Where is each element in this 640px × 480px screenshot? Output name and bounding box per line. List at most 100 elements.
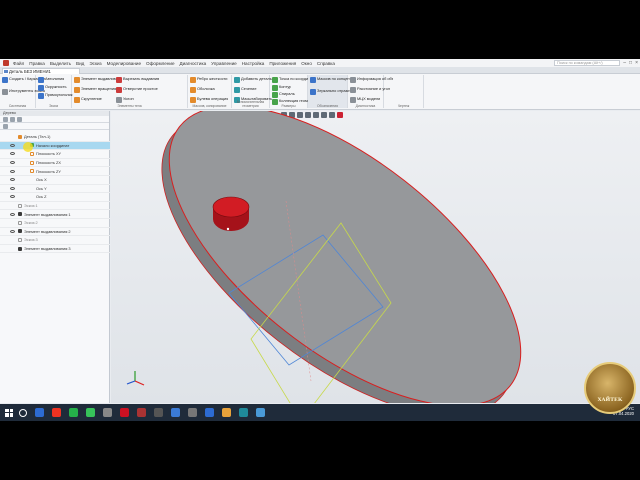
- letterbox-top: [0, 0, 640, 59]
- menu-control[interactable]: Управление: [211, 61, 237, 66]
- minimize-icon[interactable]: –: [623, 60, 626, 66]
- eye-icon[interactable]: [10, 178, 15, 182]
- sort-icon[interactable]: [17, 116, 22, 122]
- folder-icon[interactable]: [222, 408, 231, 417]
- menu-design[interactable]: Оформление: [146, 61, 175, 66]
- explorer-icon[interactable]: [35, 408, 44, 417]
- ribbon-group-diagnostics: Информация об объекте Расстояние и угол …: [348, 75, 393, 108]
- ribbon-group-aux: Добавить деталь-заготовку Сечение Масшта…: [232, 75, 277, 108]
- ribbon-boolean-button[interactable]: Булева операция: [190, 97, 228, 103]
- ribbon-rib-button[interactable]: Ребро жесткости: [190, 77, 228, 83]
- media-icon[interactable]: [120, 408, 129, 417]
- menu-help[interactable]: Справка: [317, 61, 335, 66]
- eye-icon[interactable]: [10, 229, 15, 233]
- menu-edit[interactable]: Правка: [29, 61, 45, 66]
- menu-file[interactable]: Файл: [13, 61, 24, 66]
- ribbon-circle-button[interactable]: Окружность: [38, 85, 67, 91]
- eye-icon[interactable]: [10, 143, 15, 147]
- eye-icon[interactable]: [10, 152, 15, 156]
- ribbon-shell-button[interactable]: Оболочка: [190, 87, 215, 93]
- ribbon-group-dimensions: Точка по координатам Контур Спираль Колл…: [270, 75, 315, 108]
- close-icon[interactable]: ×: [635, 60, 638, 66]
- ribbon-autoline-button[interactable]: Автолиния: [38, 77, 64, 83]
- tree-item-label: Плоскость XY: [36, 151, 62, 157]
- tree-item-plane-zx[interactable]: Плоскость ZX: [0, 159, 110, 168]
- filter-icon[interactable]: [10, 116, 15, 122]
- tree-item-sketch-2[interactable]: Эскиз:2: [0, 219, 110, 228]
- logo-text: ХАЙТЕК: [597, 397, 623, 403]
- eye-icon[interactable]: [10, 169, 15, 173]
- eye-icon[interactable]: [10, 195, 15, 199]
- menu-diagnostics[interactable]: Диагностика: [180, 61, 207, 66]
- eye-icon[interactable]: [10, 186, 15, 190]
- ribbon-fillet-button[interactable]: Скругление: [74, 97, 102, 103]
- document-tabs: Деталь БЕЗ ИМЕНИ1: [0, 67, 640, 74]
- whatsapp-icon[interactable]: [86, 408, 95, 417]
- tree-item-plane-xy[interactable]: Плоскость XY: [0, 150, 110, 159]
- tree-item-axis-y[interactable]: Ось Y: [0, 185, 110, 194]
- kompas-icon[interactable]: [137, 408, 146, 417]
- rib-icon: [190, 77, 196, 83]
- opera-icon[interactable]: [52, 408, 61, 417]
- command-search-input[interactable]: Поиск по командам (Alt+/): [554, 60, 620, 66]
- tree-item-extrude-3[interactable]: Элемент выдавливания:3: [0, 245, 110, 254]
- app-icon[interactable]: [69, 408, 78, 417]
- plane-icon: [30, 160, 34, 165]
- axis-icon: [30, 178, 34, 182]
- start-icon[interactable]: [5, 408, 13, 417]
- menu-settings[interactable]: Настройка: [242, 61, 265, 66]
- ribbon-mass-button[interactable]: МЦХ модели: [350, 97, 380, 103]
- tree-item-plane-zy[interactable]: Плоскость ZY: [0, 167, 110, 176]
- eye-icon[interactable]: [10, 212, 15, 216]
- app-icon[interactable]: [239, 408, 248, 417]
- part-icon: [18, 134, 22, 139]
- ribbon-extrude-button[interactable]: Элемент выдавливания: [74, 77, 117, 83]
- boolean-icon: [190, 97, 196, 103]
- calculator-icon[interactable]: [188, 408, 197, 417]
- menu-select[interactable]: Выделить: [50, 61, 71, 66]
- settings-icon[interactable]: [103, 408, 112, 417]
- ribbon-mirror-button[interactable]: Зеркально отразить: [310, 89, 353, 95]
- menu-view[interactable]: Вид: [76, 61, 84, 66]
- ribbon-revolve-button[interactable]: Элемент вращения: [74, 87, 116, 93]
- app-icon[interactable]: [154, 408, 163, 417]
- ribbon-cut-extrude-button[interactable]: Вырезать выдавливанием: [116, 77, 159, 83]
- menu-sketch[interactable]: Эскиз: [89, 61, 101, 66]
- menu-apps[interactable]: Приложения: [269, 61, 296, 66]
- ribbon-array-button[interactable]: Массив по концентрической: [310, 77, 353, 83]
- ribbon-draft-button[interactable]: Уклон: [116, 97, 134, 103]
- autoline-icon: [38, 77, 44, 83]
- tree-item-sketch-1[interactable]: Эскиз:1: [0, 202, 110, 211]
- app-icon[interactable]: [256, 408, 265, 417]
- tree-item-sketch-3[interactable]: Эскиз:3: [0, 236, 110, 245]
- search-icon[interactable]: [19, 408, 27, 417]
- menu-modeling[interactable]: Моделирование: [107, 61, 141, 66]
- sketch-icon: [18, 220, 22, 225]
- eye-icon[interactable]: [10, 161, 15, 165]
- menu-window[interactable]: Окно: [301, 61, 312, 66]
- maximize-icon[interactable]: □: [629, 60, 632, 66]
- app-icon[interactable]: [205, 408, 214, 417]
- tree-view-icon[interactable]: [3, 116, 8, 122]
- tree-item-axis-x[interactable]: Ось X: [0, 176, 110, 185]
- knob-point: [226, 227, 230, 231]
- mass-properties-icon: [350, 97, 356, 103]
- tree-item-extrude-1[interactable]: Элемент выдавливания:1: [0, 210, 110, 219]
- menu-bar: Файл Правка Выделить Вид Эскиз Моделиров…: [0, 59, 640, 67]
- ribbon-rectangle-button[interactable]: Прямоугольник: [38, 93, 73, 99]
- tree-item-part[interactable]: Деталь (Тел-1): [0, 133, 110, 142]
- ribbon-spiral-button[interactable]: Спираль: [272, 92, 295, 98]
- extrude-feature-icon: [18, 212, 22, 217]
- ribbon-group-label: Чертеж: [397, 104, 410, 108]
- knob: [212, 196, 250, 231]
- ribbon-contour-button[interactable]: Контур: [272, 85, 291, 91]
- tree-item-extrude-2[interactable]: Элемент выдавливания:2: [0, 228, 110, 237]
- ribbon-section-button[interactable]: Сечение: [234, 87, 257, 93]
- tree-item-axis-z[interactable]: Ось Z: [0, 193, 110, 202]
- list-icon[interactable]: [3, 123, 8, 129]
- tree-item-label: Эскиз:1: [24, 203, 38, 209]
- 3d-viewport[interactable]: [111, 111, 640, 403]
- tree-item-origin[interactable]: Начало координат: [0, 141, 110, 152]
- ribbon-hole-button[interactable]: Отверстие простое: [116, 87, 158, 93]
- app-icon[interactable]: [171, 408, 180, 417]
